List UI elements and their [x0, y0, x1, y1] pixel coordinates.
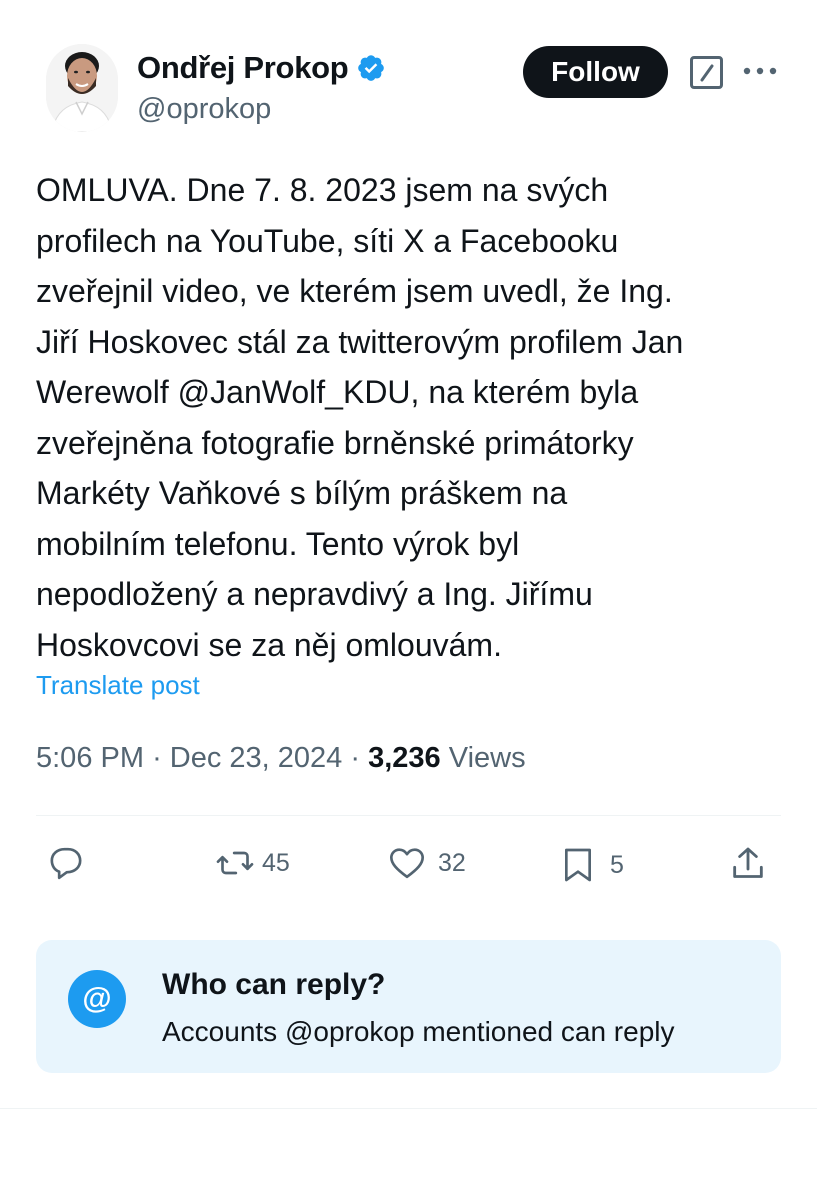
like-count: 32: [438, 848, 466, 877]
heart-icon: [390, 848, 424, 879]
slash-icon: [700, 64, 713, 81]
repost-icon: [216, 851, 254, 875]
bookmark-count: 5: [610, 850, 624, 879]
post-date[interactable]: Dec 23, 2024: [170, 742, 343, 774]
bookmark-button[interactable]: 5: [558, 843, 624, 887]
post-text: OMLUVA. Dne 7. 8. 2023 jsem na svých pro…: [36, 172, 684, 663]
divider: [0, 1108, 817, 1109]
profile-photo-icon: [46, 44, 118, 132]
post-meta: 5:06 PM · Dec 23, 2024 · 3,236 Views: [36, 742, 526, 775]
bookmark-icon: [565, 848, 591, 882]
meta-separator: ·: [350, 742, 361, 774]
who-can-reply-description: Accounts @oprokop mentioned can reply: [162, 1016, 675, 1047]
post-time[interactable]: 5:06 PM: [36, 742, 144, 774]
author-name-row[interactable]: Ondřej Prokop: [137, 50, 386, 86]
views-count[interactable]: 3,236: [368, 742, 441, 774]
like-button[interactable]: 32: [386, 843, 466, 883]
share-icon: [733, 847, 763, 878]
views-label: Views: [448, 742, 526, 774]
at-sign-icon: @: [68, 970, 126, 1028]
who-can-reply-title: Who can reply?: [162, 968, 386, 1001]
author-name[interactable]: Ondřej Prokop: [137, 50, 349, 86]
divider: [36, 815, 781, 816]
author-handle[interactable]: @oprokop: [137, 93, 271, 126]
post-view: Ondřej Prokop @oprokop Follow OMLUVA. Dn…: [0, 0, 817, 1200]
avatar[interactable]: [46, 44, 118, 132]
grok-icon[interactable]: [690, 56, 723, 89]
who-can-reply-box: @ Who can reply? Accounts @oprokop menti…: [36, 940, 781, 1073]
more-icon[interactable]: [742, 56, 778, 86]
reply-icon: [50, 847, 82, 880]
share-button[interactable]: [728, 843, 768, 885]
reply-button[interactable]: [46, 843, 92, 883]
verified-badge-icon: [358, 55, 385, 81]
follow-button[interactable]: Follow: [523, 46, 668, 98]
translate-post-link[interactable]: Translate post: [36, 670, 200, 701]
repost-count: 45: [262, 848, 290, 877]
meta-separator: ·: [152, 742, 162, 774]
repost-button[interactable]: 45: [214, 843, 290, 883]
